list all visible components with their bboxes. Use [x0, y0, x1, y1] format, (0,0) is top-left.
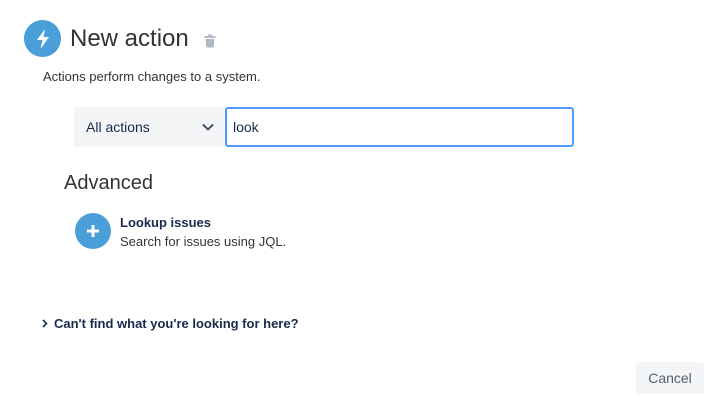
action-item-title: Lookup issues — [120, 215, 212, 230]
action-item-lookup-issues[interactable]: Lookup issues Search for issues using JQ… — [75, 213, 286, 249]
trash-icon[interactable] — [204, 34, 216, 48]
section-heading-advanced: Advanced — [64, 172, 153, 194]
help-link-label: Can't find what you're looking for here? — [54, 316, 299, 331]
action-item-text: Lookup issues Search for issues using JQ… — [120, 215, 286, 249]
filter-row: All actions — [74, 107, 574, 147]
cancel-button[interactable]: Cancel — [636, 362, 704, 394]
page-header: New action — [24, 20, 216, 57]
lightning-bolt-icon — [24, 20, 61, 57]
search-input[interactable] — [225, 107, 574, 147]
category-select-value: All actions — [86, 119, 150, 135]
help-link[interactable]: Can't find what you're looking for here? — [42, 316, 299, 331]
action-item-description: Search for issues using JQL. — [120, 234, 287, 249]
chevron-right-icon — [42, 319, 48, 328]
category-select[interactable]: All actions — [74, 107, 224, 147]
page-title: New action — [70, 24, 189, 52]
chevron-down-icon — [202, 123, 214, 131]
page-subtitle: Actions perform changes to a system. — [43, 69, 261, 84]
plus-icon — [75, 213, 111, 249]
